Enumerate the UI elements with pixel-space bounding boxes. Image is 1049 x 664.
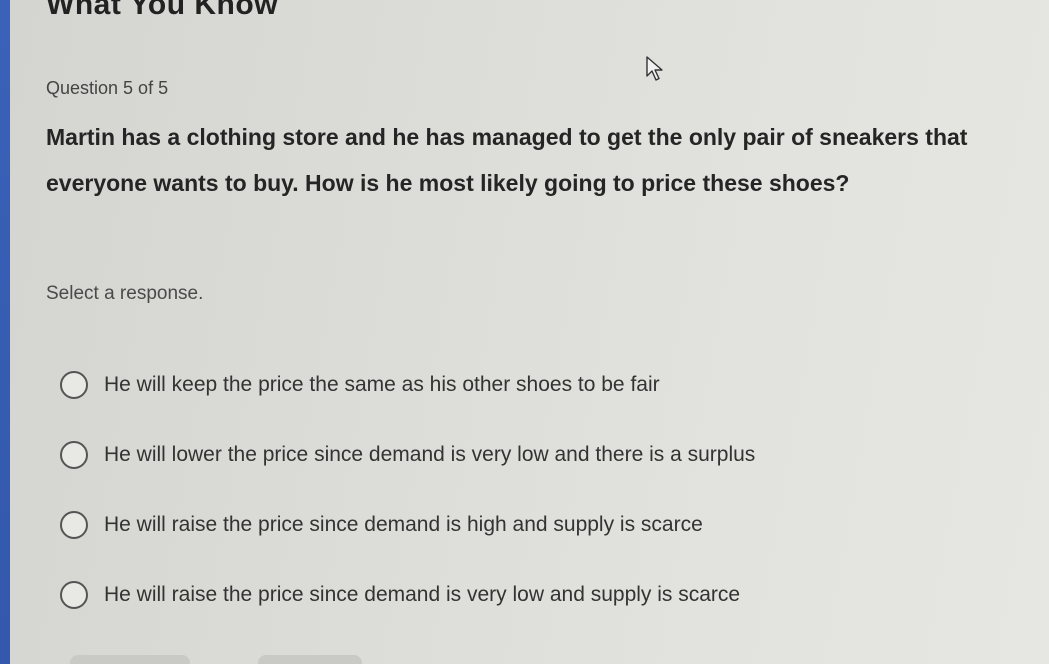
answer-options: He will keep the price the same as his o… bbox=[60, 350, 940, 630]
answer-option-4[interactable]: He will raise the price since demand is … bbox=[60, 560, 940, 630]
answer-option-label: He will raise the price since demand is … bbox=[104, 583, 741, 606]
response-prompt: Select a response. bbox=[46, 283, 204, 304]
question-counter: Question 5 of 5 bbox=[46, 78, 169, 98]
answer-option-label: He will lower the price since demand is … bbox=[104, 443, 756, 466]
bottom-button-right[interactable] bbox=[258, 655, 362, 664]
radio-button[interactable] bbox=[60, 581, 88, 609]
question-text: Martin has a clothing store and he has m… bbox=[46, 124, 968, 196]
answer-option-label: He will keep the price the same as his o… bbox=[104, 373, 660, 396]
answer-option-1[interactable]: He will keep the price the same as his o… bbox=[60, 350, 940, 420]
left-accent-bar bbox=[0, 0, 10, 664]
answer-option-2[interactable]: He will lower the price since demand is … bbox=[60, 420, 940, 490]
bottom-button-left[interactable] bbox=[70, 655, 190, 664]
radio-button[interactable] bbox=[60, 441, 88, 469]
radio-button[interactable] bbox=[60, 371, 88, 399]
answer-option-label: He will raise the price since demand is … bbox=[104, 513, 703, 536]
mouse-pointer-icon bbox=[646, 56, 663, 81]
section-title: What You Know bbox=[46, 0, 279, 21]
radio-button[interactable] bbox=[60, 511, 88, 539]
answer-option-3[interactable]: He will raise the price since demand is … bbox=[60, 490, 940, 560]
